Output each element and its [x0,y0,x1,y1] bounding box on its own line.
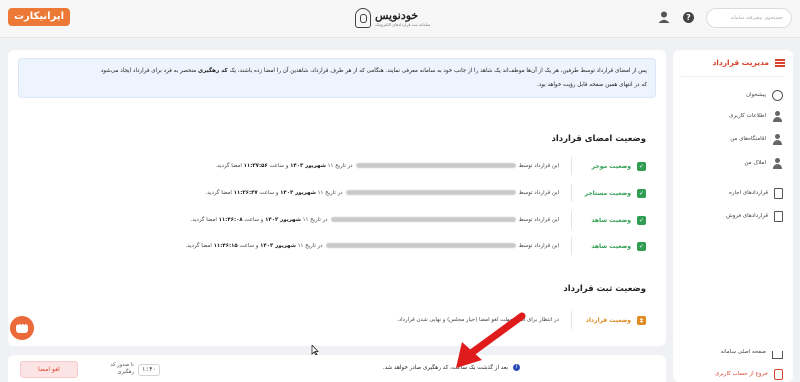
blurred-name [325,243,516,248]
search-input[interactable]: جستجوی پیشرفته سامانه [706,8,792,28]
signature-row-landlord: ✓ وضعیت موجر این قرارداد توسطدر تاریخ ۱۱… [48,154,646,178]
blurred-name [330,217,516,222]
mouse-cursor-icon [311,345,319,355]
document-icon [774,187,783,199]
sidebar-item-label: اقامتگاه‌های من [730,136,766,142]
menu-icon[interactable] [775,58,785,67]
sidebar-title: مدیریت قرارداد [712,58,769,67]
divider [681,76,785,77]
sidebar-item-residences[interactable]: اقامتگاه‌های من [730,132,783,146]
sidebar-header: مدیریت قرارداد [712,58,785,67]
signature-text: این قرارداد توسطدر تاریخ ۱۱ شهریور ۱۴۰۳ … [190,217,559,223]
sidebar-item-logout[interactable]: خروج از حساب کاربری [715,367,783,381]
person-icon [772,157,783,169]
main-card: پس از امضای قرارداد توسط طرفین، هر یک از… [8,50,666,346]
sidebar-item-home[interactable]: صفحه اصلی سامانه [721,345,783,359]
top-bar: ایرانیکارت خودنویس سامانه ثبت قراردادهای… [0,0,800,38]
signature-row-witness-1: ✓ وضعیت شاهد این قرارداد توسطدر تاریخ ۱۱… [48,208,646,232]
sidebar-item-label: خروج از حساب کاربری [714,371,768,377]
sidebar-item-label: پیشخوان [745,92,766,98]
check-icon: ✓ [637,215,646,225]
sidebar-item-dashboard[interactable]: پیشخوان [746,88,783,102]
sidebar-item-lease-contracts[interactable]: قراردادهای اجاره ⌄ [641,186,783,200]
info-notice: پس از امضای قرارداد توسط طرفین، هر یک از… [18,58,656,98]
dashboard-icon [772,89,783,101]
status-label: وضعیت مستاجر [584,189,631,197]
sidebar: مدیریت قرارداد پیشخوان اطلاعات کاربری اق… [638,50,793,382]
check-icon: ✓ [637,161,646,171]
signature-section-title: وضعیت امضای قرارداد [551,134,646,144]
home-icon [772,351,783,359]
sidebar-item-properties[interactable]: املاک من [744,156,783,170]
site-logo[interactable]: خودنویس سامانه ثبت قراردادهای الکترونیک [355,4,445,32]
exit-icon [774,368,783,380]
person-icon [772,133,783,145]
blurred-name [355,163,516,168]
sidebar-item-label: صفحه اصلی سامانه [720,349,766,355]
user-icon[interactable] [657,10,671,24]
status-label: وضعیت شاهد [591,216,631,224]
chat-icon [16,322,28,333]
cancel-signature-button[interactable]: لغو امضا [20,361,78,378]
annotation-arrow-icon [456,312,526,368]
chat-button[interactable] [10,316,34,340]
check-icon: ✓ [637,188,646,198]
status-label: وضعیت شاهد [591,242,631,250]
signature-row-witness-2: ✓ وضعیت شاهد این قرارداد توسطدر تاریخ ۱۱… [48,234,646,258]
sidebar-item-label: اطلاعات کاربری [729,113,766,119]
sidebar-item-sale-contracts[interactable]: قراردادهای فروش ⌄ [638,209,783,223]
sidebar-item-user-info[interactable]: اطلاعات کاربری [729,109,783,123]
sidebar-item-label: املاک من [744,160,766,166]
notice-text: که در انتهای همین صفحه قابل رؤیت خواهد ب… [537,82,647,88]
blurred-name [345,190,516,195]
help-icon[interactable]: ? [683,12,694,23]
timer-label: تا صدور کد رهگیری [110,362,134,375]
sidebar-item-label: قراردادهای فروش [726,213,768,219]
notice-bold: کد رهگیری [198,68,228,74]
logo-title: خودنویس [375,9,419,22]
signature-text: این قرارداد توسطدر تاریخ ۱۱ شهریور ۱۴۰۳ … [185,243,559,249]
sidebar-item-label: قراردادهای اجاره [728,190,768,196]
brand-badge[interactable]: ایرانیکارت [8,8,70,26]
notice-text: منحصر به فرد برای قرارداد ایجاد می‌شود [100,68,197,74]
countdown-timer: ۱:۴۰ [138,364,160,376]
bottom-bar: i بعد از گذشت یک ساعت، کد رهگیری صادر خو… [8,355,666,382]
registration-row: ⧗ وضعیت قرارداد در انتظار برای اتمام مهل… [48,308,646,332]
person-icon [772,110,783,122]
logo-subtitle: سامانه ثبت قراردادهای الکترونیک [375,22,431,27]
check-icon: ✓ [637,241,646,251]
status-label: وضعیت موجر [591,162,631,170]
document-icon [774,210,783,222]
status-label: وضعیت قرارداد [585,316,631,324]
signature-row-tenant: ✓ وضعیت مستاجر این قرارداد توسطدر تاریخ … [48,181,646,205]
registration-section-title: وضعیت ثبت قرارداد [563,284,646,294]
pen-logo-icon [355,8,371,28]
signature-text: این قرارداد توسطدر تاریخ ۱۱ شهریور ۱۴۰۳ … [215,163,559,169]
signature-text: این قرارداد توسطدر تاریخ ۱۱ شهریور ۱۴۰۳ … [205,190,559,196]
hourglass-icon: ⧗ [637,315,646,325]
notice-text: پس از امضای قرارداد توسط طرفین، هر یک از… [229,68,647,74]
